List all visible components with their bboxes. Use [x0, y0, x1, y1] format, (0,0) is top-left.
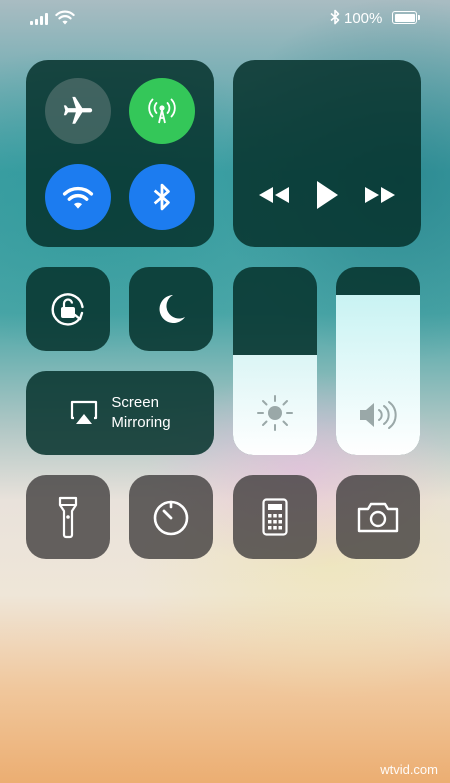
camera-button[interactable] — [336, 475, 420, 559]
status-bar: 100% — [0, 0, 450, 40]
rotation-lock-icon — [51, 293, 84, 326]
bluetooth-toggle[interactable] — [129, 164, 195, 230]
media-module — [233, 60, 421, 247]
brightness-slider[interactable] — [233, 267, 317, 455]
connectivity-module — [26, 60, 214, 247]
moon-icon — [159, 295, 185, 323]
fast-forward-icon[interactable] — [363, 185, 397, 205]
screen-mirroring-button[interactable]: Screen Mirroring — [26, 371, 214, 455]
media-controls — [233, 178, 421, 212]
cellular-data-toggle[interactable] — [129, 78, 195, 144]
speaker-icon — [360, 401, 397, 429]
timer-button[interactable] — [129, 475, 213, 559]
flashlight-icon — [58, 496, 78, 539]
airplane-icon — [63, 96, 93, 124]
wifi-toggle[interactable] — [45, 164, 111, 230]
airplane-mode-toggle[interactable] — [45, 78, 111, 144]
watermark: wtvid.com — [380, 762, 438, 777]
cellular-icon — [148, 98, 176, 124]
camera-icon — [357, 502, 399, 533]
wifi-status-icon — [55, 10, 75, 25]
battery-icon — [392, 11, 420, 24]
do-not-disturb-button[interactable] — [129, 267, 213, 351]
cellular-signal-icon — [30, 13, 48, 25]
calculator-button[interactable] — [233, 475, 317, 559]
bluetooth-status-icon — [330, 9, 340, 25]
calculator-icon — [262, 498, 288, 536]
rewind-icon[interactable] — [257, 185, 291, 205]
airplay-icon — [71, 400, 98, 424]
flashlight-button[interactable] — [26, 475, 110, 559]
rotation-lock-button[interactable] — [26, 267, 110, 351]
sun-icon — [257, 395, 293, 431]
bluetooth-icon — [153, 183, 170, 211]
wifi-icon — [62, 186, 94, 209]
battery-percentage: 100% — [344, 10, 383, 27]
timer-icon — [153, 500, 189, 536]
screen-mirroring-label: Screen Mirroring — [111, 394, 171, 431]
play-icon[interactable] — [315, 180, 339, 210]
volume-slider[interactable] — [336, 267, 420, 455]
